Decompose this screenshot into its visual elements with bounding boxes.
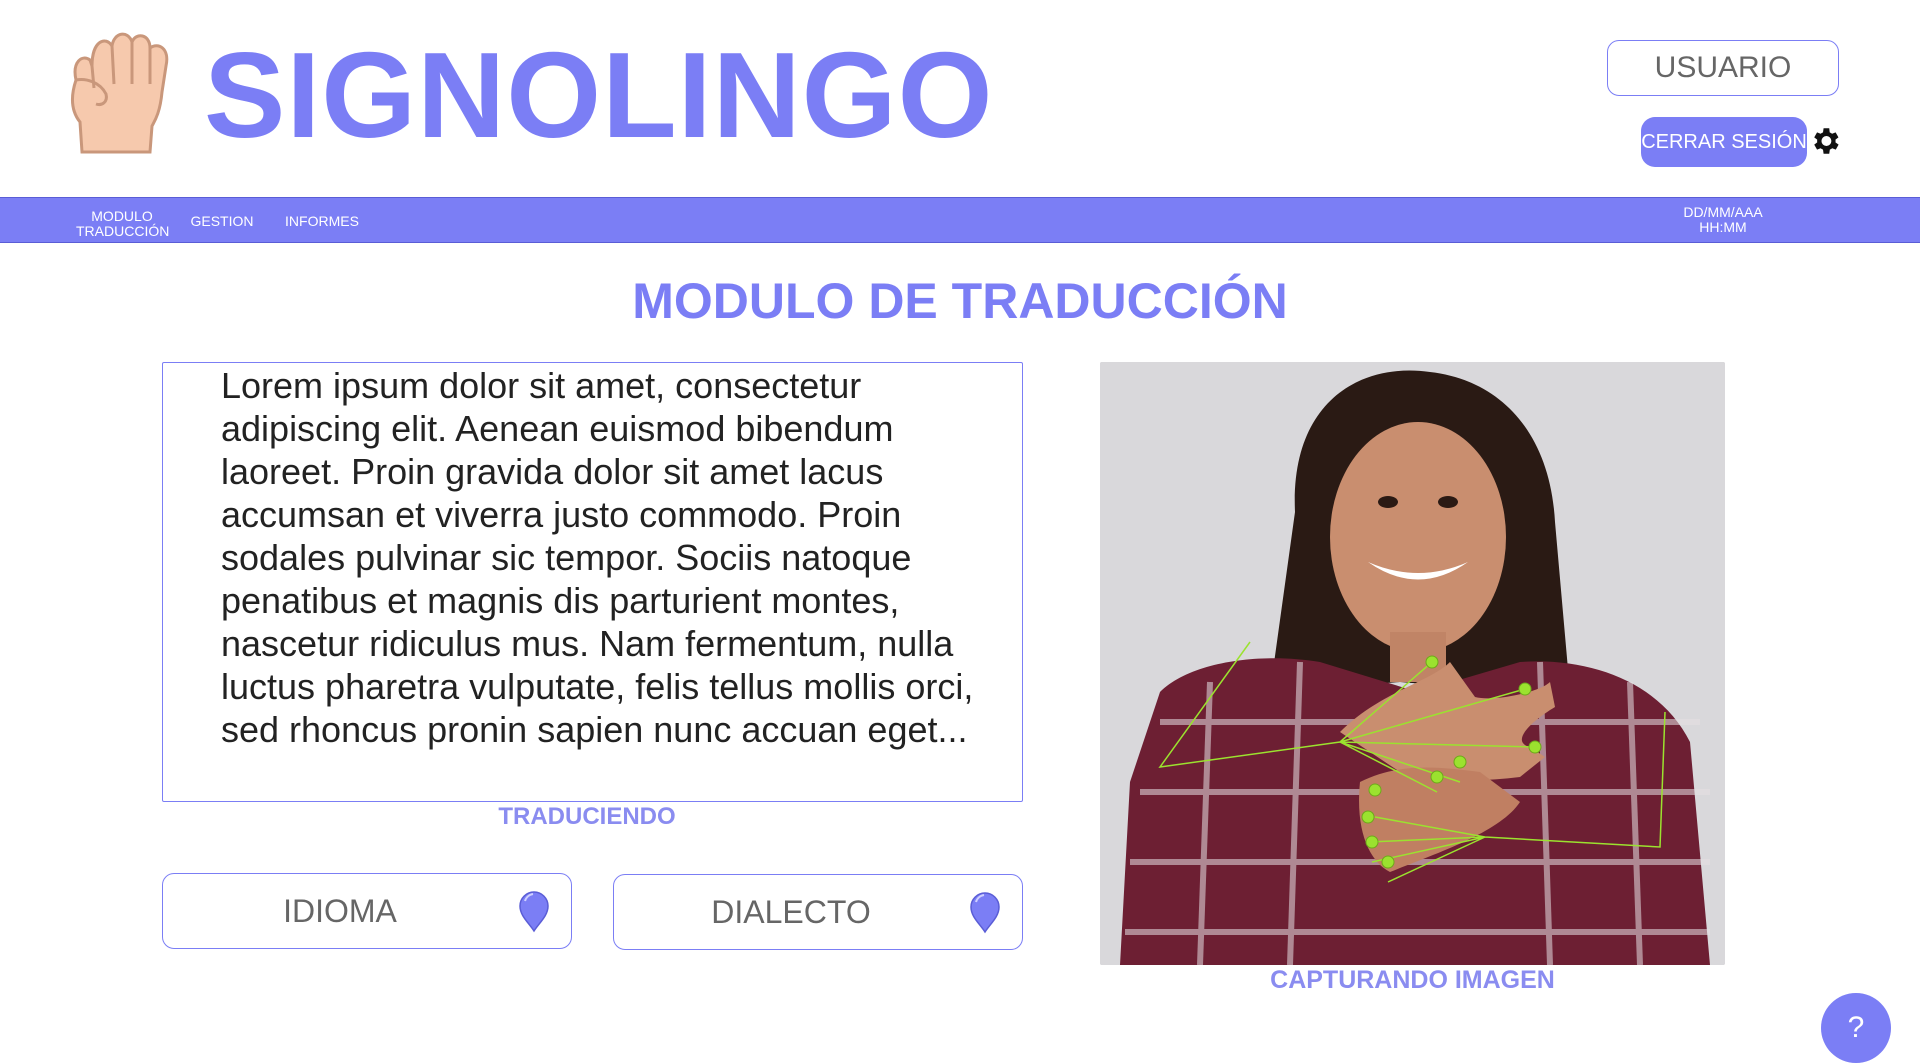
language-select[interactable]: IDIOMA [162,873,572,949]
dialect-select-value: DIALECTO [711,893,871,930]
map-pin-icon [519,891,549,933]
camera-feed [1100,362,1725,965]
help-button[interactable]: ? [1821,993,1891,1063]
gear-icon[interactable] [1808,124,1842,158]
brand-title: SIGNOLINGO [204,27,994,163]
user-button[interactable]: USUARIO [1607,40,1839,96]
language-select-value: IDIOMA [283,892,397,929]
date-text: DD/MM/AAA [1683,204,1763,220]
nav-item-gestion[interactable]: GESTION [186,214,258,229]
logout-button[interactable]: CERRAR SESIÓN [1641,117,1807,167]
date-time-display: DD/MM/AAA HH:MM [1670,205,1776,235]
dialect-select[interactable]: DIALECTO [613,874,1023,950]
fist-hand-icon [71,32,169,154]
camera-status: CAPTURANDO IMAGEN [1270,966,1555,994]
map-pin-icon [970,892,1000,934]
nav-item-modulo-traduccion[interactable]: MODULO TRADUCCIÓN [76,209,169,239]
page-title: MODULO DE TRADUCCIÓN [632,273,1288,329]
time-text: HH:MM [1699,219,1747,235]
translation-status: TRADUCIENDO [498,803,676,830]
translation-text: Lorem ipsum dolor sit amet, consectetur … [221,365,974,750]
nav-item-informes[interactable]: INFORMES [284,214,360,229]
camera-frame-illustration [1100,362,1725,965]
